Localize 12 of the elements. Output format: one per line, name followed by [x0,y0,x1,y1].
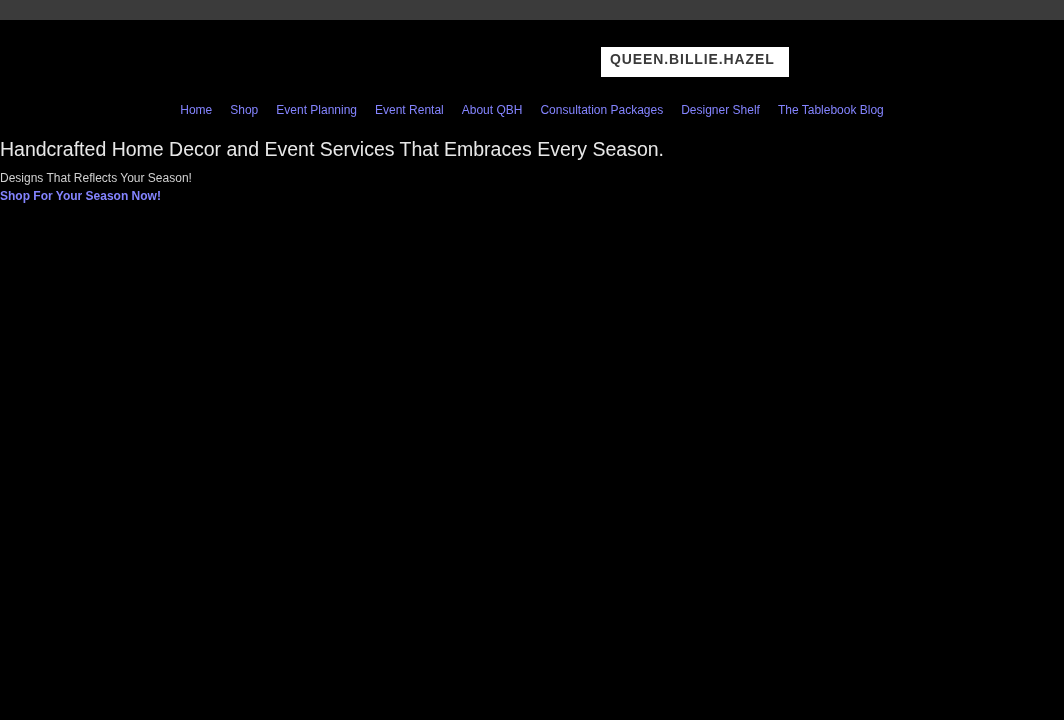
hero-heading: Handcrafted Home Decor and Event Services That Embraces Every Season. [0,138,665,161]
nav-link[interactable]: Consultation Packages [540,102,664,118]
nav-link[interactable]: Designer Shelf [681,102,760,118]
nav-link[interactable]: Home [180,102,213,118]
nav-link[interactable]: About QBH [461,102,523,118]
nav-link[interactable]: Event Planning [276,102,357,118]
nav-link[interactable]: The Tablebook Blog [777,102,884,118]
shop-link[interactable]: Shop For Your Season Now! [0,188,161,204]
nav-link[interactable]: Event Rental [375,102,444,118]
hero-subheading: Designs That Reflects Your Season! [0,170,192,186]
nav-link[interactable]: Shop [230,102,259,118]
site-logo[interactable]: QUEEN.BILLIE.HAZEL [601,47,789,77]
